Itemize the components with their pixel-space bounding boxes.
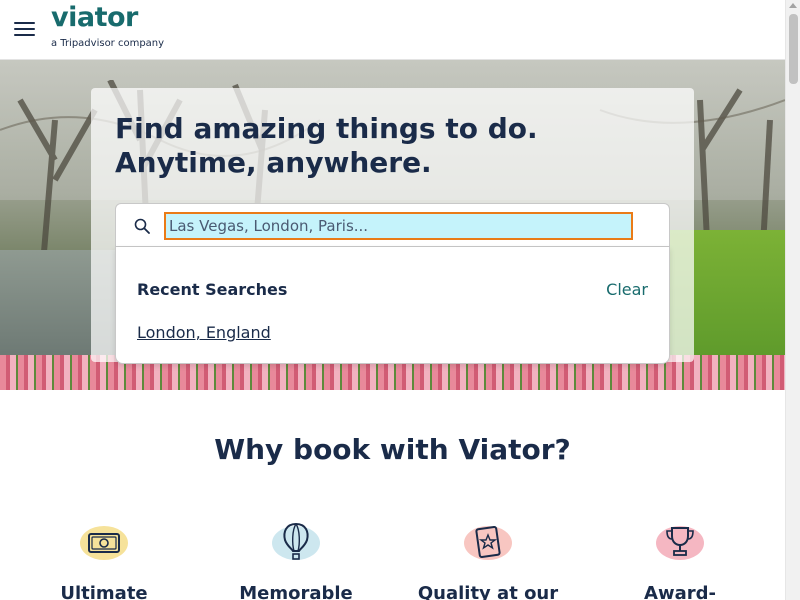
menu-line xyxy=(14,34,35,36)
viator-logo[interactable]: viator xyxy=(51,2,138,33)
feature-label: Memorable xyxy=(239,583,353,600)
scroll-up-arrow-icon[interactable] xyxy=(789,3,797,8)
hot-air-balloon-icon xyxy=(283,522,309,560)
search-box[interactable] xyxy=(115,203,670,247)
star-badge-icon xyxy=(475,526,501,558)
hero-headline: Find amazing things to do. Anytime, anyw… xyxy=(115,112,538,180)
menu-line xyxy=(14,28,35,30)
hamburger-menu-icon[interactable] xyxy=(14,20,36,38)
page-scrollbar[interactable] xyxy=(785,0,800,600)
feature-ultimate: Ultimate xyxy=(19,520,189,600)
menu-line xyxy=(14,22,35,24)
feature-label: Quality at our xyxy=(417,583,559,600)
feature-label: Award- xyxy=(644,583,716,600)
why-book-title: Why book with Viator? xyxy=(214,433,571,466)
scroll-thumb[interactable] xyxy=(789,14,798,84)
feature-quality: Quality at our xyxy=(403,520,573,600)
clear-recent-button[interactable]: Clear xyxy=(606,280,648,299)
recent-searches-dropdown: Recent Searches Clear London, England xyxy=(115,247,670,364)
search-input[interactable] xyxy=(164,212,633,240)
feature-label: Ultimate xyxy=(60,583,148,600)
money-icon xyxy=(88,533,120,553)
logo-tagline: a Tripadvisor company xyxy=(51,38,165,49)
feature-award: Award- xyxy=(595,520,765,600)
search-icon xyxy=(134,218,150,234)
recent-search-item[interactable]: London, England xyxy=(137,323,271,342)
feature-memorable: Memorable xyxy=(211,520,381,600)
site-header: viator a Tripadvisor company xyxy=(0,0,785,60)
headline-line-1: Find amazing things to do. xyxy=(115,112,538,145)
trophy-icon xyxy=(666,527,694,556)
recent-searches-title: Recent Searches xyxy=(137,280,288,299)
headline-line-2: Anytime, anywhere. xyxy=(115,146,432,179)
